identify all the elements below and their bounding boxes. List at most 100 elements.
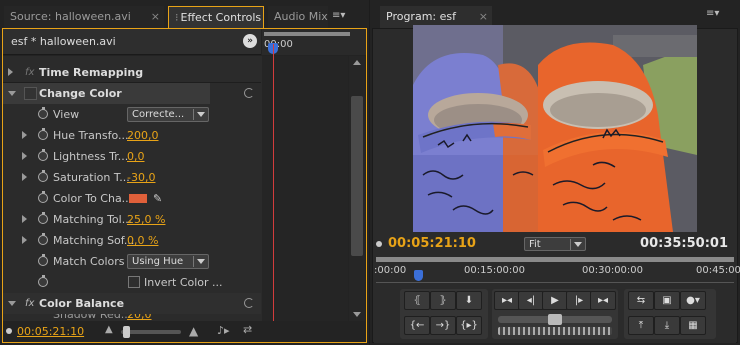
chevron-down-icon [197,259,205,264]
param-saturation: Saturation T... -30,0 [3,167,351,188]
eyedropper-icon[interactable]: ✎ [153,188,162,209]
expand-triangle-icon[interactable] [22,131,27,139]
step-back-button[interactable]: ◂| [518,291,544,310]
fit-dropdown[interactable]: Fit [524,237,586,251]
hue-transform-value[interactable]: 200,0 [127,125,159,146]
go-to-out-button[interactable]: →} [430,316,456,335]
effect-color-balance[interactable]: fx Color Balance [3,293,261,314]
param-label: Matching Sof... [53,234,135,247]
play-audio-icon[interactable]: ♪▸ [217,324,230,337]
expand-triangle-icon[interactable] [22,236,27,244]
ruler-tick-label: 00:45:00 [696,265,740,276]
expand-triangle-icon[interactable] [22,173,27,181]
safe-margins-button[interactable]: ▣ [654,291,680,310]
effect-change-color[interactable]: Change Color [3,83,210,104]
tab-source[interactable]: Source: halloween.avi × [4,6,164,28]
stopwatch-icon[interactable] [38,233,48,245]
expand-triangle-icon[interactable] [22,152,27,160]
tab-audio-mixer-label: Audio Mix [274,10,328,23]
current-timecode[interactable]: 00:05:21:10 [388,236,476,251]
footer-timecode[interactable]: 00:05:21:10 [17,325,84,338]
tab-audio-mixer[interactable]: Audio Mix [268,6,328,28]
zoom-out-icon[interactable]: ▲ [105,324,113,335]
ruler-tick-label: 00:30:00:00 [582,265,644,276]
param-invert: Invert Color ... [3,272,351,293]
shuttle-slider[interactable] [498,314,612,325]
program-ruler[interactable]: :00:00 00:15:00:00 00:30:00:00 00:45:00 [374,256,740,286]
lift-button[interactable]: ⤒ [628,316,654,335]
shuttle-thumb[interactable] [548,314,562,325]
step-forward-button[interactable]: |▸ [566,291,592,310]
fit-dropdown-value: Fit [529,239,541,250]
zoom-slider-thumb[interactable] [123,326,130,338]
collapse-triangle-icon[interactable] [8,301,16,306]
zoom-in-icon[interactable]: ▲ [189,324,198,338]
expand-triangle-icon[interactable] [22,215,27,223]
vertical-scrollbar[interactable] [349,56,365,321]
stopwatch-icon[interactable] [38,212,48,224]
go-to-next-edit-button[interactable]: ▸◂ [590,291,616,310]
scroll-up-arrow-icon[interactable] [353,60,361,65]
stopwatch-icon[interactable] [38,128,48,140]
reset-icon[interactable] [244,88,254,98]
reset-icon[interactable] [244,298,254,308]
scroll-thumb[interactable] [351,96,363,256]
trim-button[interactable]: ▦ [680,316,706,335]
work-area-bar[interactable] [376,257,734,262]
lightness-value[interactable]: 0,0 [127,146,145,167]
stopwatch-icon[interactable] [38,254,48,266]
invert-checkbox[interactable] [128,276,140,288]
param-matching-softness: Matching Sof... 0,0 % [3,230,351,251]
stopwatch-icon[interactable] [38,107,48,119]
play-button[interactable]: ▶ [542,291,568,310]
effect-controls-footer: 00:05:21:10 ▲ ▲ ♪▸ ⇄ [3,322,366,342]
param-label: Lightness Tr... [53,150,129,163]
program-monitor-panel: Program: esf × ≡▾ 00:05:21:10 Fit 00:35:… [370,0,740,345]
fx-toggle-box[interactable] [24,87,37,100]
jog-wheel[interactable] [498,327,612,335]
param-color-to-change: Color To Cha... ✎ [3,188,351,209]
effect-time-remapping[interactable]: fx Time Remapping [3,62,351,83]
stopwatch-icon[interactable] [38,149,48,161]
stopwatch-icon[interactable] [38,275,48,287]
invert-label: Invert Color ... [144,276,223,289]
extract-button[interactable]: ⤓ [654,316,680,335]
view-dropdown[interactable]: Correcte... [127,107,209,122]
go-to-previous-edit-button[interactable]: ▸◂ [494,291,520,310]
close-icon[interactable]: × [151,6,160,28]
loop-button[interactable]: ⇆ [628,291,654,310]
tab-program-label: Program: esf [386,10,456,23]
matching-tolerance-value[interactable]: 25,0 % [127,209,165,230]
loop-icon[interactable]: ⇄ [243,323,252,336]
tab-source-label: Source: halloween.avi [10,10,131,23]
output-button[interactable]: ●▾ [680,291,706,310]
view-dropdown-value: Correcte... [132,109,185,120]
panel-menu-icon[interactable]: ≡▾ [332,10,345,21]
panel-menu-icon[interactable]: ≡▾ [706,8,719,19]
go-to-in-button[interactable]: {← [404,316,430,335]
expand-triangle-icon[interactable] [8,68,13,76]
set-out-point-button[interactable]: ⦄ [430,291,456,310]
color-swatch[interactable] [129,194,147,203]
stopwatch-icon[interactable] [38,170,48,182]
play-in-to-out-button[interactable]: {▸} [456,316,482,335]
scroll-down-arrow-icon[interactable] [353,312,361,317]
saturation-value[interactable]: -30,0 [127,167,155,188]
collapse-triangle-icon[interactable] [8,91,16,96]
effect-label: Color Balance [39,297,125,310]
match-colors-value: Using Hue [132,256,184,267]
mini-timeline-header[interactable]: 00:00 [262,29,366,55]
duration-timecode: 00:35:50:01 [640,236,728,251]
match-colors-dropdown[interactable]: Using Hue [127,254,209,269]
effect-label: Change Color [39,87,122,100]
mini-timeline-bar [264,32,350,36]
add-marker-button[interactable]: ⬇ [456,291,482,310]
zoom-slider[interactable] [121,326,181,338]
effect-label: Time Remapping [39,66,144,79]
show-timeline-icon[interactable]: » [243,34,257,48]
tab-effect-controls[interactable]: ⁝ Effect Controls [168,6,264,29]
matching-softness-value[interactable]: 0,0 % [127,230,158,251]
stopwatch-icon[interactable] [38,191,48,203]
set-in-point-button[interactable]: ⦃ [404,291,430,310]
playhead-marker-icon[interactable] [414,270,423,281]
